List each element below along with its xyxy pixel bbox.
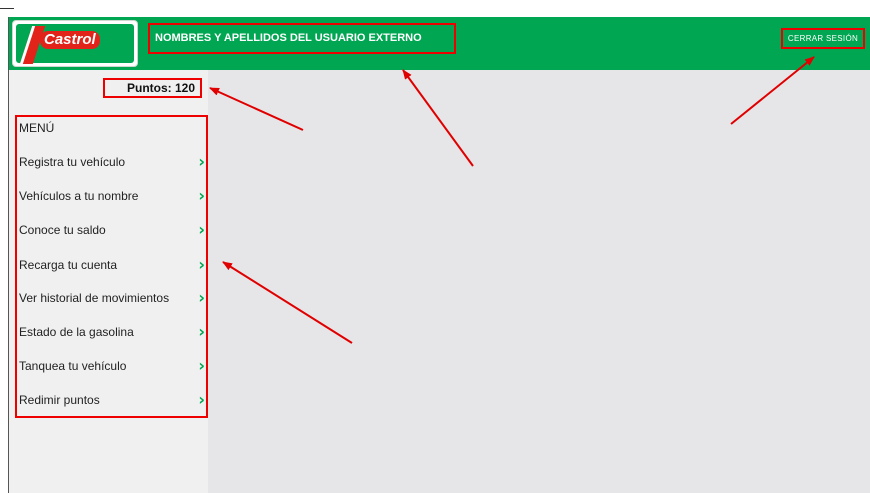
main-content-area [208,70,870,493]
menu-item-label: Vehículos a tu nombre [19,189,139,203]
menu-item-label: Conoce tu saldo [19,223,106,237]
points-badge: Puntos: 120 [103,78,202,98]
menu-item-estado-gasolina[interactable]: Estado de la gasolina › [19,320,209,344]
menu-item-redimir-puntos[interactable]: Redimir puntos › [19,388,209,412]
logout-button[interactable]: CERRAR SESIÓN [781,28,865,49]
menu-item-historial-movimientos[interactable]: Ver historial de movimientos › [19,286,209,310]
menu-item-label: Redimir puntos [19,393,100,407]
menu-item-recarga-cuenta[interactable]: Recarga tu cuenta › [19,253,209,277]
menu-item-vehiculos-nombre[interactable]: Vehículos a tu nombre › [19,184,209,208]
top-margin [0,0,870,17]
chevron-right-icon: › [198,220,205,239]
menu-item-label: Recarga tu cuenta [19,258,118,272]
menu-item-registra-vehiculo[interactable]: Registra tu vehículo › [19,150,209,174]
chevron-right-icon: › [198,356,205,375]
chevron-right-icon: › [198,186,205,205]
menu-item-label: Registra tu vehículo [19,155,126,169]
menu-item-label: Estado de la gasolina [19,325,134,339]
chevron-right-icon: › [198,390,205,409]
user-name-label: NOMBRES Y APELLIDOS DEL USUARIO EXTERNO [148,23,456,54]
menu-title: MENÚ [19,121,55,135]
menu-item-label: Tanquea tu vehículo [19,359,127,373]
logo-background: Castrol [16,24,134,64]
menu-item-conoce-saldo[interactable]: Conoce tu saldo › [19,218,209,242]
app-header: Castrol NOMBRES Y APELLIDOS DEL USUARIO … [9,17,870,70]
chevron-right-icon: › [198,152,205,171]
chevron-right-icon: › [198,288,205,307]
menu-item-tanquea-vehiculo[interactable]: Tanquea tu vehículo › [19,354,209,378]
corner-rule [0,8,14,9]
chevron-right-icon: › [198,322,205,341]
logo-wordmark: Castrol [40,31,100,49]
chevron-right-icon: › [198,255,205,274]
menu-item-label: Ver historial de movimientos [19,291,170,305]
castrol-logo[interactable]: Castrol [12,20,138,67]
